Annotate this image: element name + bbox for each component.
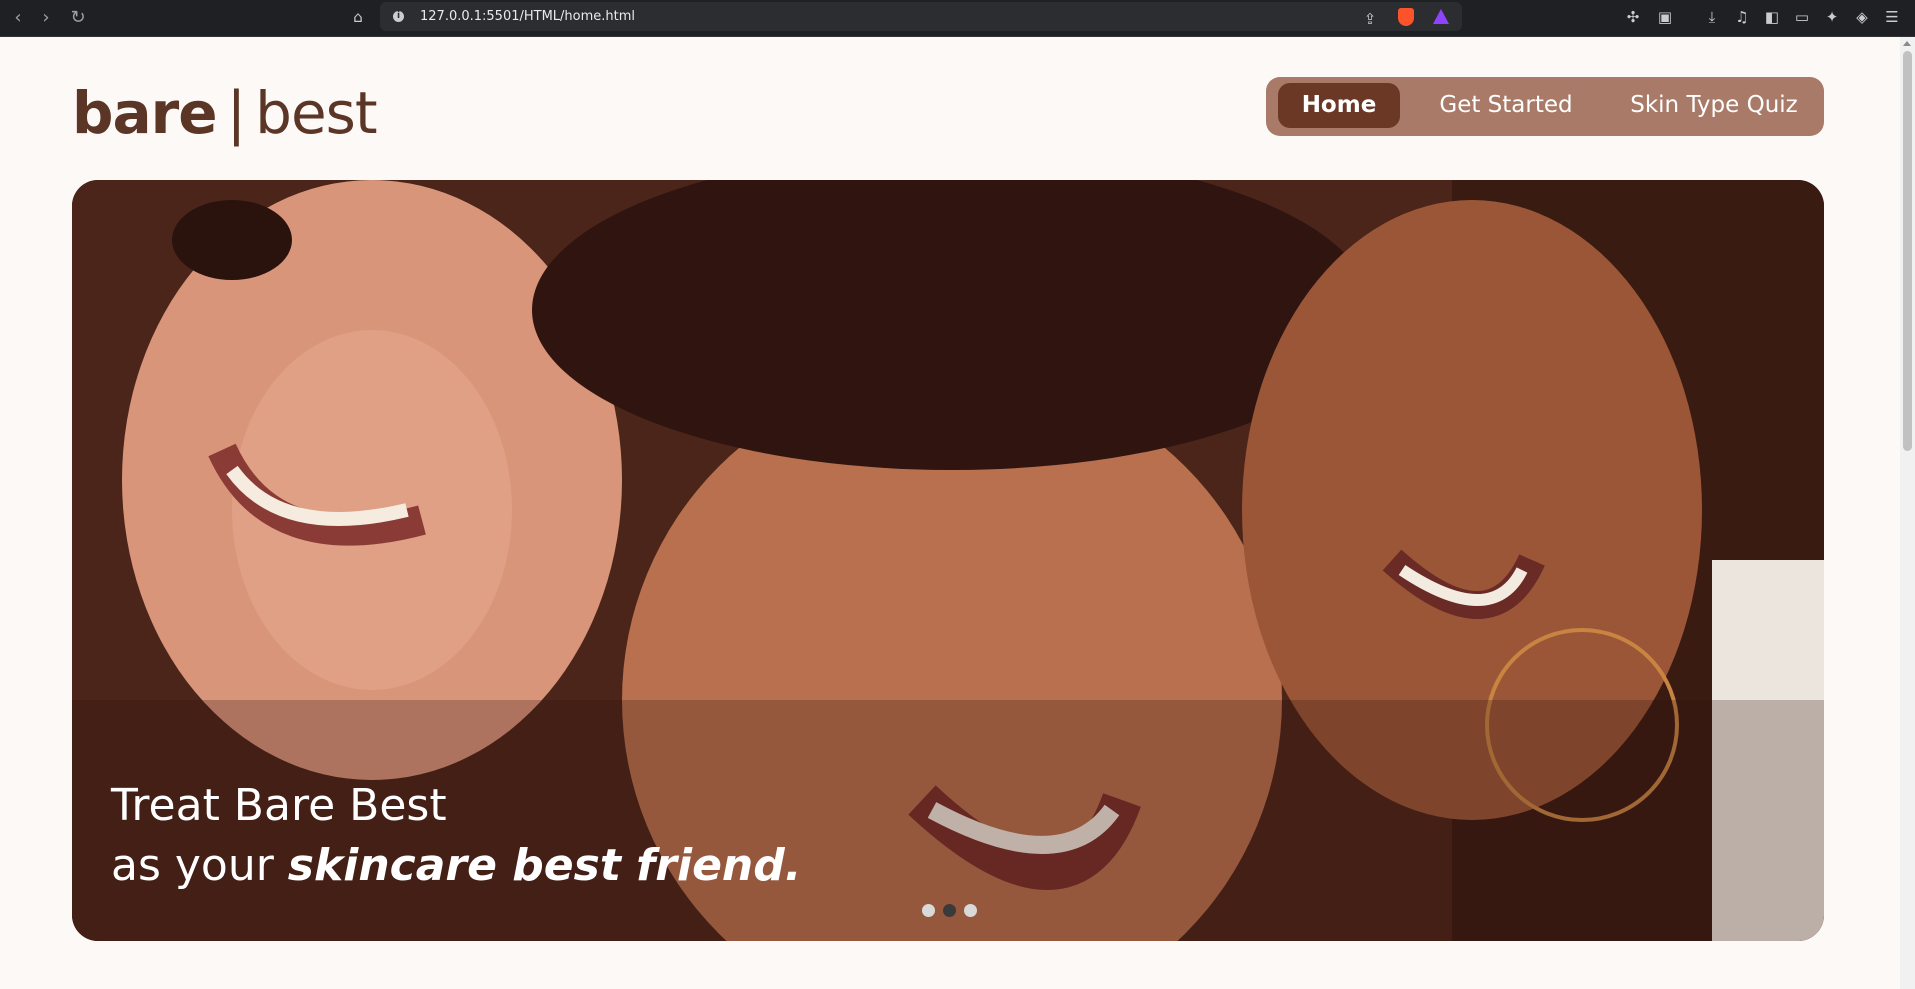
sidebar-icon[interactable]: ◧ <box>1762 7 1782 27</box>
nav-home[interactable]: Home <box>1278 83 1400 128</box>
reload-icon[interactable]: ↻ <box>66 6 90 30</box>
nav-get-started[interactable]: Get Started <box>1416 83 1596 128</box>
music-icon[interactable]: ♫ <box>1732 7 1752 27</box>
share-icon[interactable]: ⇪ <box>1360 9 1380 29</box>
hero-line2-emphasis: skincare best friend. <box>287 840 802 891</box>
leo-ai-icon[interactable]: ✦ <box>1822 7 1842 27</box>
forward-icon[interactable]: › <box>34 6 58 30</box>
page: bare | best Home Get Started Skin Type Qui… <box>0 37 1900 989</box>
hero-line2-prefix: as your <box>111 840 288 891</box>
url-text[interactable]: 127.0.0.1:5501/HTML/home.html <box>420 2 635 31</box>
site-logo[interactable]: bare | best <box>72 79 378 147</box>
scrollbar-thumb[interactable] <box>1903 51 1912 451</box>
hero-headline-line1: Treat Bare Best <box>111 780 447 831</box>
wallet-icon[interactable]: ▭ <box>1792 7 1812 27</box>
vpn-icon[interactable]: ◈ <box>1852 7 1872 27</box>
nav-skin-type-quiz[interactable]: Skin Type Quiz <box>1614 83 1814 128</box>
bookmark-icon[interactable]: ⌂ <box>348 7 368 27</box>
brave-rewards-icon[interactable] <box>1433 9 1449 24</box>
menu-icon[interactable]: ☰ <box>1882 7 1902 27</box>
main-nav: Home Get Started Skin Type Quiz <box>1266 77 1824 136</box>
logo-bare: bare <box>72 79 218 147</box>
carousel-dot-1[interactable] <box>922 904 935 917</box>
brave-shields-icon[interactable] <box>1398 8 1414 26</box>
page-scrollbar[interactable] <box>1900 37 1915 989</box>
browser-toolbar: ‹ › ↻ ⌂ i 127.0.0.1:5501/HTML/home.html … <box>0 0 1915 37</box>
carousel-dot-3[interactable] <box>964 904 977 917</box>
scroll-up-icon[interactable] <box>1903 41 1911 46</box>
logo-best: best <box>255 79 377 147</box>
hero-headline-line2: as your skincare best friend. <box>111 840 801 891</box>
back-icon[interactable]: ‹ <box>6 6 30 30</box>
hero-carousel: Treat Bare Best as your skincare best fr… <box>72 180 1824 941</box>
downloads-icon[interactable]: ⤓ <box>1702 7 1722 27</box>
logo-separator: | <box>226 79 247 147</box>
reader-icon[interactable]: ▣ <box>1655 7 1675 27</box>
extensions-icon[interactable]: ✣ <box>1623 7 1643 27</box>
address-bar[interactable]: i 127.0.0.1:5501/HTML/home.html ⇪ <box>380 2 1462 31</box>
site-info-icon[interactable]: i <box>393 11 404 22</box>
carousel-indicators <box>922 904 977 917</box>
carousel-dot-2[interactable] <box>943 904 956 917</box>
